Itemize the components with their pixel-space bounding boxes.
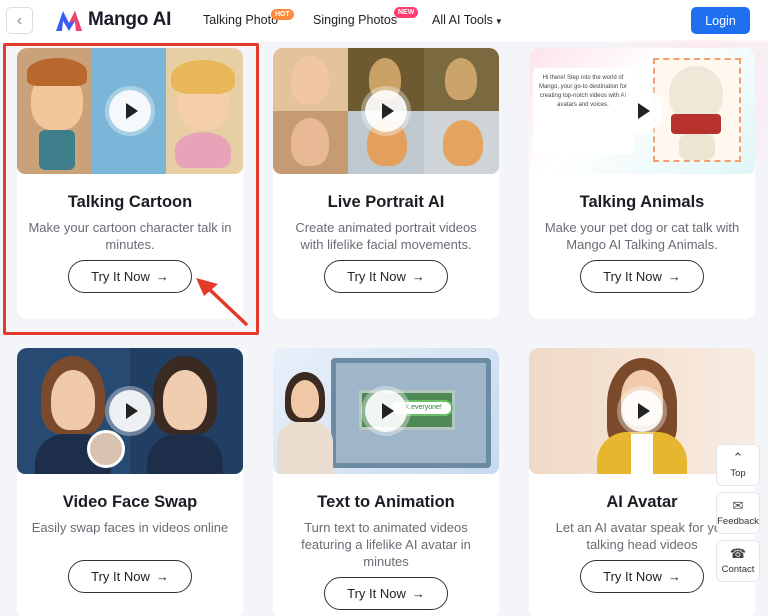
try-it-now-label: Try It Now xyxy=(603,569,662,584)
try-it-now-button[interactable]: Try It Now → xyxy=(580,260,704,293)
talking-animals-thumbnail[interactable]: Hi there! Step into the world of Mango, … xyxy=(529,48,755,174)
nav-all-ai-tools[interactable]: All AI Tools ▼ xyxy=(432,13,503,27)
mango-logo-icon xyxy=(56,11,82,31)
new-badge: NEW xyxy=(394,7,419,18)
play-button[interactable] xyxy=(109,390,151,432)
try-it-now-label: Try It Now xyxy=(347,269,406,284)
speech-card-text: Hi there! Step into the world of Mango, … xyxy=(533,68,633,154)
play-button[interactable] xyxy=(365,390,407,432)
arrow-right-icon: → xyxy=(667,269,681,284)
nav-all-ai-tools-label: All AI Tools xyxy=(432,13,493,27)
play-button[interactable] xyxy=(621,90,663,132)
top-label: Top xyxy=(730,468,746,479)
live-portrait-thumbnail[interactable] xyxy=(273,48,499,174)
feedback-button[interactable]: ✉ Feedback xyxy=(716,492,760,534)
corgi-smile-face xyxy=(443,120,483,166)
caret-down-icon: ▼ xyxy=(494,17,503,26)
chevron-left-icon: ‹ xyxy=(16,11,23,29)
try-it-now-label: Try It Now xyxy=(347,586,406,601)
back-to-top-button[interactable]: ⌃ Top xyxy=(716,444,760,486)
card-title: Live Portrait AI xyxy=(327,193,445,211)
dog-head xyxy=(669,66,723,120)
card-title: Video Face Swap xyxy=(62,493,198,511)
card-talking-animals[interactable]: Hi there! Step into the world of Mango, … xyxy=(529,48,755,319)
headset-icon: ☎ xyxy=(729,546,747,561)
contact-button[interactable]: ☎ Contact xyxy=(716,540,760,582)
card-live-portrait-ai[interactable]: Live Portrait AI Create animated portrai… xyxy=(273,48,499,319)
top-nav-bar: ‹ Mango AI Talking Photo HOT Singing Pho… xyxy=(0,0,768,42)
card-description: Easily swap faces in videos online xyxy=(31,520,229,535)
woman-face-right xyxy=(163,370,207,430)
try-it-now-label: Try It Now xyxy=(603,269,662,284)
nav-singing-photos[interactable]: Singing Photos xyxy=(313,13,397,27)
card-video-face-swap[interactable]: Video Face Swap Easily swap faces in vid… xyxy=(17,348,243,616)
try-it-now-button[interactable]: Try It Now → xyxy=(68,560,192,593)
login-button[interactable]: Login xyxy=(691,7,750,34)
floating-side-widget: ⌃ Top ✉ Feedback ☎ Contact xyxy=(716,444,760,588)
arrow-right-icon: → xyxy=(411,269,425,284)
blazer-right xyxy=(147,434,223,474)
feedback-label: Feedback xyxy=(717,516,759,527)
card-description: Turn text to animated videos featuring a… xyxy=(301,520,471,569)
brand-name: Mango AI xyxy=(88,9,172,30)
contact-label: Contact xyxy=(721,564,755,575)
teacher-face xyxy=(291,380,319,418)
woman-face-left xyxy=(51,370,95,430)
teacher-body xyxy=(277,422,333,474)
arrow-right-icon: → xyxy=(667,569,681,584)
portrait-woman-face xyxy=(291,56,329,104)
mail-icon: ✉ xyxy=(732,498,744,513)
back-button[interactable]: ‹ xyxy=(6,7,33,34)
card-title: Talking Animals xyxy=(579,193,705,211)
play-button[interactable] xyxy=(621,390,663,432)
dog-body xyxy=(679,134,715,160)
nav-talking-photo[interactable]: Talking Photo xyxy=(203,13,278,27)
try-it-now-button[interactable]: Try It Now → xyxy=(324,260,448,293)
chevron-up-icon: ⌃ xyxy=(732,450,744,465)
mona-lisa-smile-face xyxy=(445,58,477,100)
face-source-avatar xyxy=(87,430,125,468)
dog-bandana xyxy=(671,114,721,134)
try-it-now-label: Try It Now xyxy=(91,569,150,584)
arrow-right-icon: → xyxy=(155,569,169,584)
portrait-man-face xyxy=(291,118,329,166)
card-description: Make your pet dog or cat talk with Mango… xyxy=(544,220,740,252)
arrow-right-icon: → xyxy=(411,586,425,601)
video-face-swap-thumbnail[interactable] xyxy=(17,348,243,474)
avatar-white-top xyxy=(631,434,653,474)
hot-badge: HOT xyxy=(271,9,294,20)
try-it-now-button[interactable]: Try It Now → xyxy=(580,560,704,593)
card-text-to-animation[interactable]: ck,everyone! Text to Animation Turn text… xyxy=(273,348,499,616)
try-it-now-button[interactable]: Try It Now → xyxy=(324,577,448,610)
card-description: Create animated portrait videos with lif… xyxy=(295,220,477,252)
card-title: Text to Animation xyxy=(317,493,455,511)
brand-logo[interactable]: Mango AI xyxy=(56,9,171,31)
red-arrow-icon xyxy=(196,278,248,326)
text-to-animation-thumbnail[interactable]: ck,everyone! xyxy=(273,348,499,474)
card-description: Let an AI avatar speak for you talking h… xyxy=(555,520,729,552)
play-button[interactable] xyxy=(365,90,407,132)
